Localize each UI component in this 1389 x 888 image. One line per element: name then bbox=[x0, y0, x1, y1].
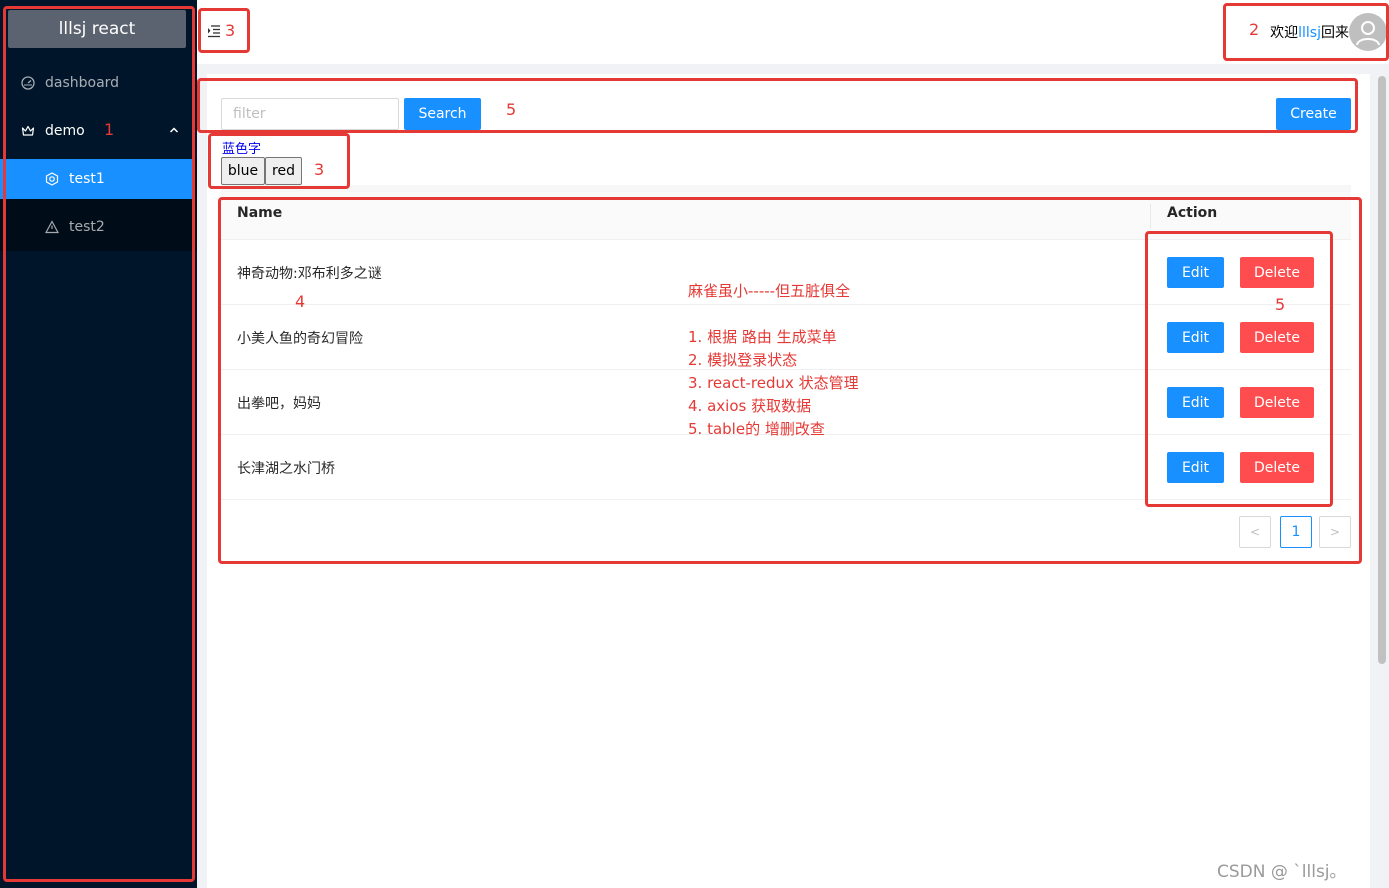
divider bbox=[221, 185, 1351, 192]
annotation-box-demo bbox=[208, 133, 350, 189]
annotation-box-sidebar bbox=[3, 6, 195, 882]
watermark: CSDN @ `lllsj。 bbox=[1217, 862, 1347, 882]
annotation-label: 5 bbox=[506, 100, 517, 119]
annotation-note: 4. axios 获取数据 bbox=[688, 397, 812, 415]
annotation-note: 3. react-redux 状态管理 bbox=[688, 374, 859, 392]
annotation-label: 1 bbox=[104, 120, 115, 139]
annotation-box-actions bbox=[1145, 231, 1333, 507]
annotation-note: 5. table的 增删改查 bbox=[688, 420, 825, 438]
annotation-label: 3 bbox=[314, 160, 325, 179]
header: 欢迎lllsj回来 bbox=[197, 0, 1389, 64]
annotation-note: 1. 根据 路由 生成菜单 bbox=[688, 328, 837, 346]
annotation-label: 2 bbox=[1249, 20, 1260, 39]
annotation-box-user bbox=[1223, 3, 1389, 61]
annotation-label: 5 bbox=[1275, 295, 1286, 314]
annotation-note: 麻雀虽小-----但五脏俱全 bbox=[688, 282, 851, 300]
annotation-box-fold bbox=[198, 8, 250, 53]
annotation-box-toolbar bbox=[197, 78, 1358, 133]
annotation-label: 4 bbox=[295, 292, 306, 311]
annotation-note: 2. 模拟登录状态 bbox=[688, 351, 798, 369]
scrollbar[interactable] bbox=[1378, 76, 1386, 664]
annotation-label: 3 bbox=[225, 21, 236, 40]
